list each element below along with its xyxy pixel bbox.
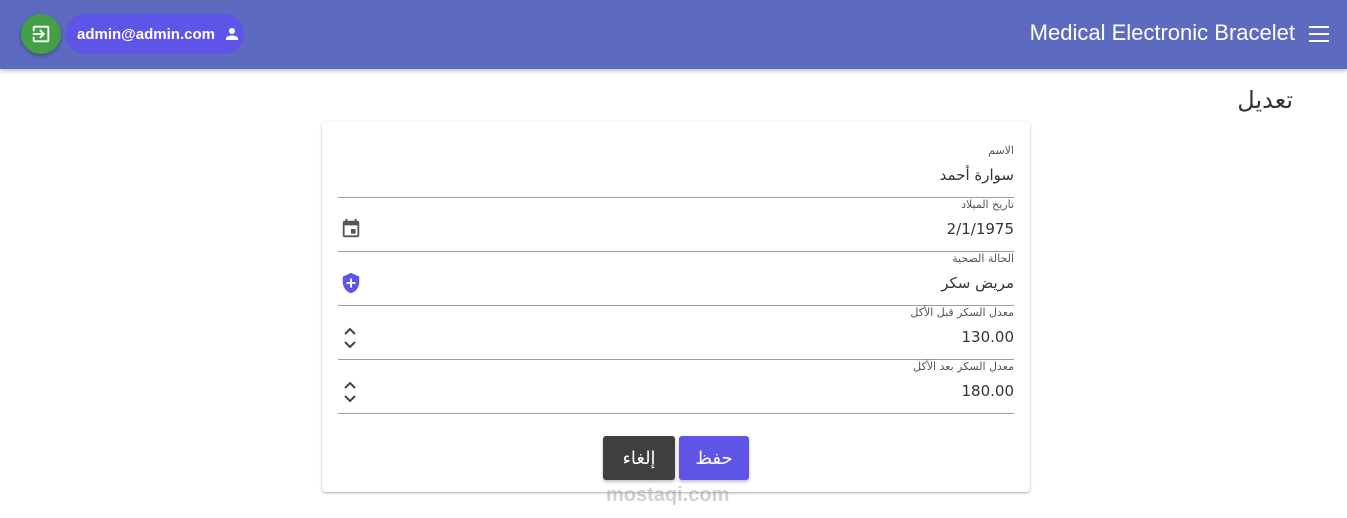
user-email: admin@admin.com (77, 25, 215, 43)
birthdate-field[interactable]: تاريخ الميلاد 2/1/1975 (338, 198, 1014, 252)
save-button[interactable]: حفظ (679, 436, 749, 480)
menu-icon[interactable] (1309, 24, 1329, 44)
sugar-before-meal-field[interactable]: معدل السكر قبل الأكل 130.00 (338, 306, 1014, 360)
stepper-icon[interactable] (340, 378, 360, 406)
edit-form-card: الاسم سوارة أحمد تاريخ الميلاد 2/1/1975 … (322, 122, 1030, 492)
sugar-before-meal-label: معدل السكر قبل الأكل (910, 306, 1014, 319)
birthdate-label: تاريخ الميلاد (961, 198, 1014, 211)
stepper-icon[interactable] (340, 324, 360, 352)
page-title: تعديل (1237, 86, 1293, 114)
person-icon (225, 28, 238, 40)
user-account-chip[interactable]: admin@admin.com (65, 14, 244, 54)
cancel-button[interactable]: إلغاء (603, 436, 675, 480)
sugar-after-meal-input[interactable]: 180.00 (962, 382, 1015, 400)
sugar-after-meal-field[interactable]: معدل السكر بعد الأكل 180.00 (338, 360, 1014, 414)
sugar-before-meal-input[interactable]: 130.00 (962, 328, 1015, 346)
logout-button[interactable] (21, 14, 61, 54)
health-status-input[interactable]: مريض سكر (941, 274, 1014, 292)
app-title: Medical Electronic Bracelet (1029, 20, 1295, 45)
top-app-bar: admin@admin.com Medical Electronic Brace… (0, 0, 1347, 69)
name-field[interactable]: الاسم سوارة أحمد (338, 144, 1014, 198)
health-status-label: الحالة الصحية (952, 252, 1014, 265)
birthdate-input[interactable]: 2/1/1975 (947, 220, 1014, 238)
watermark: mostaqi.com (606, 484, 730, 506)
calendar-icon[interactable] (340, 218, 362, 240)
sugar-after-meal-label: معدل السكر بعد الأكل (913, 360, 1014, 373)
logout-icon (32, 25, 50, 43)
health-status-field[interactable]: الحالة الصحية مريض سكر (338, 252, 1014, 306)
name-input[interactable]: سوارة أحمد (940, 166, 1014, 184)
name-label: الاسم (988, 144, 1014, 157)
health-shield-icon (342, 272, 360, 294)
